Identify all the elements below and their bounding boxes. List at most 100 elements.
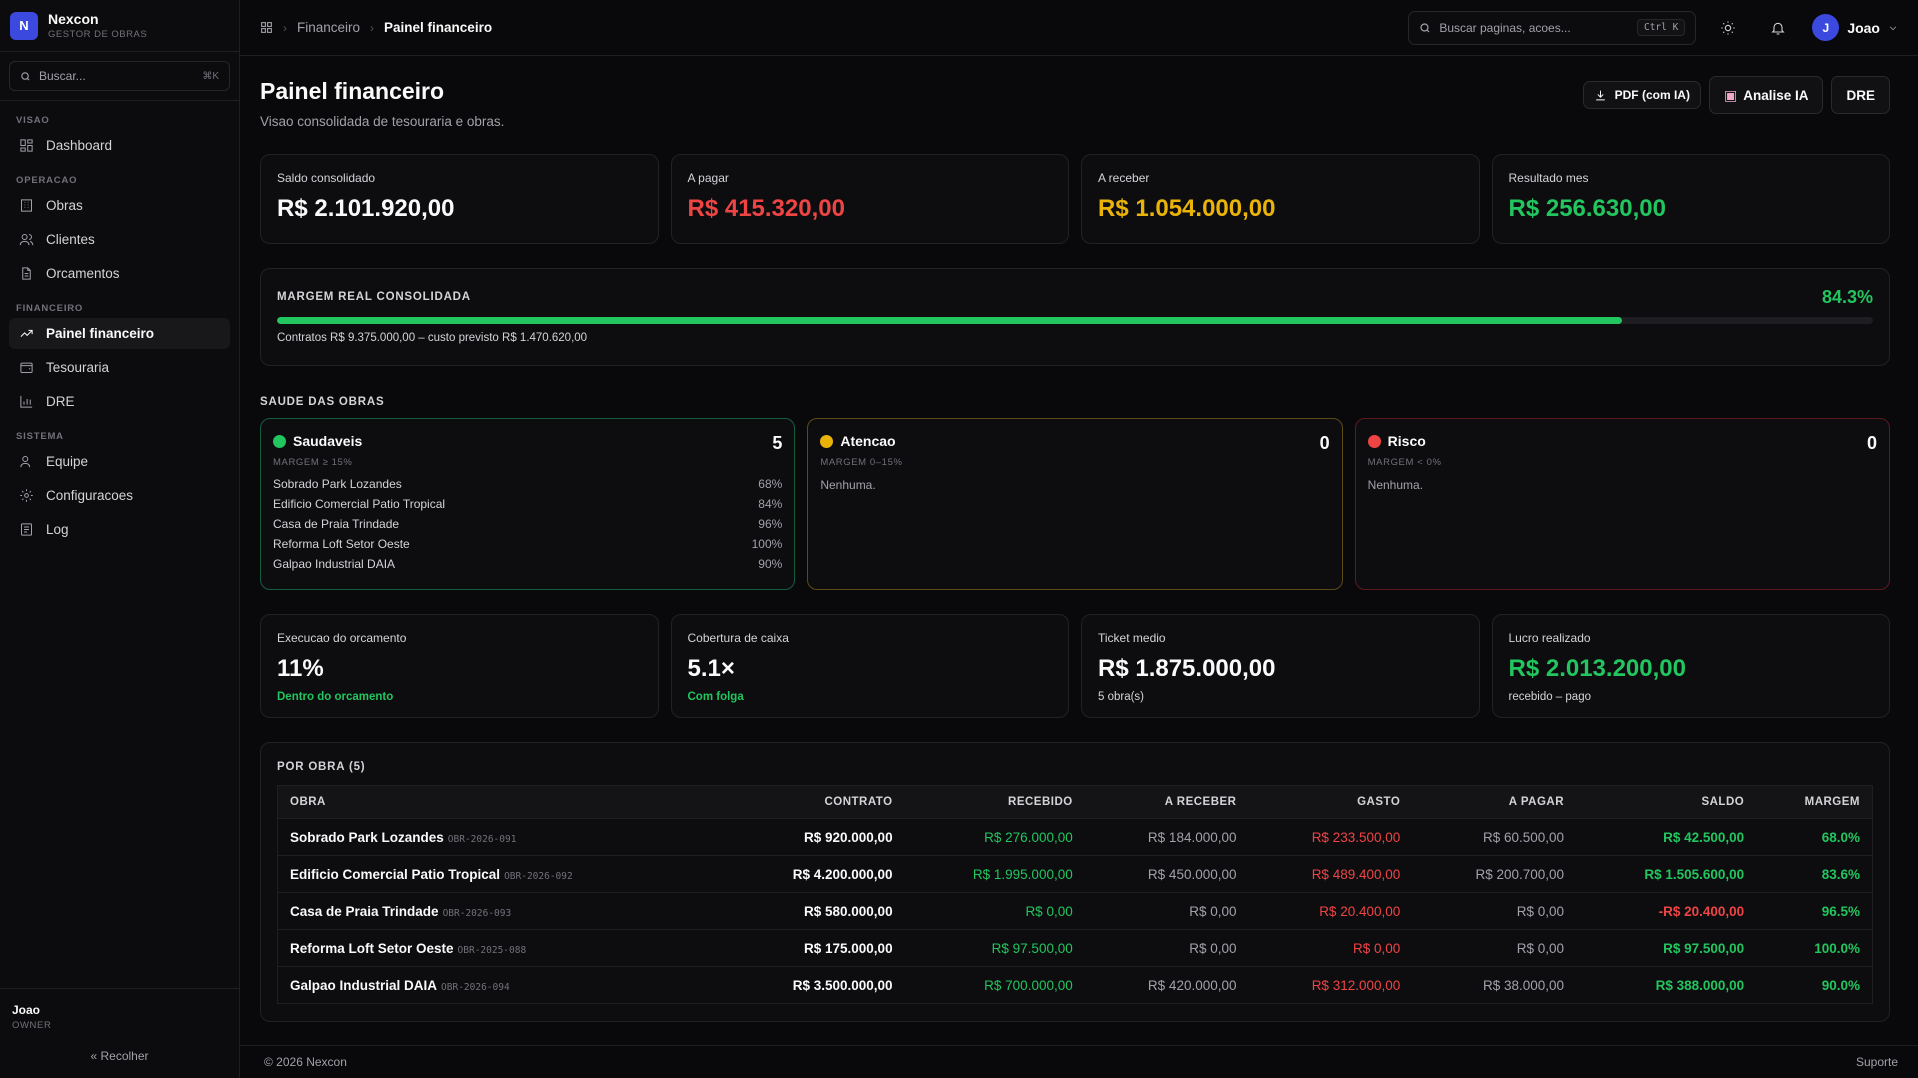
breadcrumb-item-financeiro[interactable]: Financeiro — [297, 20, 360, 35]
chevrons-left-icon: « — [90, 1049, 98, 1063]
list-item-name: Edificio Comercial Patio Tropical — [273, 497, 446, 511]
kpi-value: 5.1× — [687, 655, 735, 682]
column-header[interactable]: GASTO — [1249, 786, 1413, 819]
column-header[interactable]: CONTRATO — [724, 786, 904, 819]
sidebar-search[interactable]: Buscar... ⌘K — [9, 61, 230, 91]
column-header[interactable]: A PAGAR — [1412, 786, 1576, 819]
column-header[interactable]: OBRA — [278, 786, 725, 819]
cell-recebido: R$ 700.000,00 — [984, 977, 1073, 993]
health-group-count: 0 — [1319, 433, 1330, 453]
cell-recebido: R$ 1.995.000,00 — [972, 866, 1073, 882]
sidebar-item-painel-financeiro[interactable]: Painel financeiro — [9, 318, 230, 349]
sidebar-item-obras[interactable]: Obras — [9, 190, 230, 221]
sidebar-item-orcamentos[interactable]: Orcamentos — [9, 258, 230, 289]
grid-icon[interactable] — [260, 21, 273, 34]
file-icon — [22, 267, 31, 280]
sidebar-item-equipe[interactable]: Equipe — [9, 446, 230, 477]
cell-gasto: R$ 489.400,00 — [1311, 866, 1401, 882]
health-card-risco: Risco 0 MARGEM < 0% Nenhuma. — [1354, 418, 1890, 590]
health-group-count: 5 — [772, 433, 783, 453]
cell-recebido: R$ 97.500,00 — [991, 940, 1073, 956]
list-item[interactable]: Casa de Praia Trindade 96% — [273, 517, 782, 537]
sun-icon — [1721, 20, 1735, 35]
kpi-card-lucro: Lucro realizado R$ 2.013.200,00 recebido… — [1491, 614, 1890, 718]
global-search[interactable]: Buscar paginas, acoes... Ctrl K — [1408, 10, 1697, 45]
cell-contrato: R$ 175.000,00 — [804, 940, 893, 956]
cell-a-pagar: R$ 38.000,00 — [1482, 977, 1565, 993]
cell-gasto: R$ 20.400,00 — [1319, 903, 1401, 919]
kpi-label: Lucro realizado — [1508, 631, 1591, 645]
theme-toggle-button[interactable] — [1710, 11, 1746, 45]
table-row[interactable]: Galpao Industrial DAIA OBR-2026-094 R$ 3.5… — [277, 966, 1873, 1004]
global-search-shortcut: Ctrl K — [1636, 19, 1686, 36]
health-group-empty: Nenhuma. — [820, 478, 876, 492]
health-group-name: Risco — [1387, 433, 1426, 449]
brand-name: Nexcon — [48, 11, 99, 27]
table-row[interactable]: Edificio Comercial Patio Tropical OBR-202… — [277, 855, 1873, 893]
sidebar-item-clientes[interactable]: Clientes — [9, 224, 230, 255]
table-row[interactable]: Reforma Loft Setor Oeste OBR-2025-088 R$ 1… — [277, 929, 1873, 967]
cell-recebido: R$ 0,00 — [1025, 903, 1073, 919]
health-group-count: 0 — [1866, 433, 1877, 453]
margin-progress-track — [277, 317, 1873, 324]
kpi-value: R$ 256.630,00 — [1508, 195, 1666, 222]
notifications-button[interactable] — [1760, 11, 1796, 45]
cell-gasto: R$ 233.500,00 — [1311, 829, 1401, 845]
cell-margem: 96.5% — [1821, 903, 1860, 919]
dre-button[interactable]: DRE — [1831, 76, 1890, 114]
cell-obra: Casa de Praia Trindade OBR-2026-093 — [278, 893, 725, 930]
list-item[interactable]: Reforma Loft Setor Oeste 100% — [273, 537, 782, 557]
brand[interactable]: N Nexcon GESTOR DE OBRAS — [0, 0, 239, 52]
kpi-card-saldo: Saldo consolidado R$ 2.101.920,00 — [260, 154, 659, 244]
user-avatar[interactable]: J — [1812, 14, 1840, 41]
table-row[interactable]: Casa de Praia Trindade OBR-2026-093 R$ 580… — [277, 892, 1873, 930]
obra-code: OBR-2026-093 — [442, 907, 512, 919]
list-item[interactable]: Galpao Industrial DAIA 90% — [273, 557, 782, 577]
download-icon — [1595, 90, 1605, 100]
breadcrumb-current: Painel financeiro — [384, 20, 493, 35]
cell-contrato: R$ 580.000,00 — [804, 903, 893, 919]
list-item[interactable]: Sobrado Park Lozandes 68% — [273, 477, 782, 497]
search-icon — [21, 71, 30, 81]
cell-gasto: R$ 312.000,00 — [1311, 977, 1401, 993]
pdf-export-button[interactable]: PDF (com IA) — [1582, 81, 1701, 109]
sidebar-item-label: Tesouraria — [46, 360, 110, 375]
sidebar-item-log[interactable]: Log — [9, 514, 230, 545]
table-row[interactable]: Sobrado Park Lozandes OBR-2026-091 R$ 920.… — [277, 818, 1873, 856]
margin-card: MARGEM REAL CONSOLIDADA 84.3% Contratos … — [260, 268, 1890, 366]
sidebar-item-configuracoes[interactable]: Configuracoes — [9, 480, 230, 511]
column-header[interactable]: A RECEBER — [1085, 786, 1249, 819]
health-group-empty: Nenhuma. — [1367, 478, 1424, 492]
list-item[interactable]: Edificio Comercial Patio Tropical 84% — [273, 497, 782, 517]
kpi-label: Saldo consolidado — [277, 171, 376, 185]
health-title: SAUDE DAS OBRAS — [260, 396, 385, 408]
column-header[interactable]: MARGEM — [1756, 786, 1872, 819]
status-dot-icon — [1367, 434, 1381, 448]
kpi-value: R$ 2.101.920,00 — [277, 195, 455, 222]
kpi-card-execucao: Execucao do orcamento 11% Dentro do orca… — [260, 614, 659, 718]
sidebar: N Nexcon GESTOR DE OBRAS Buscar... ⌘K VI… — [0, 0, 240, 1078]
kpi-label: Resultado mes — [1508, 171, 1589, 185]
sidebar-item-tesouraria[interactable]: Tesouraria — [9, 352, 230, 383]
cell-saldo: -R$ 20.400,00 — [1658, 903, 1745, 919]
obra-name: Casa de Praia Trindade — [290, 903, 439, 919]
collapse-button[interactable]: « Recolher — [0, 1049, 239, 1063]
column-header[interactable]: SALDO — [1576, 786, 1756, 819]
search-icon — [1420, 22, 1430, 32]
obras-table-card: POR OBRA (5) OBRA CONTRATO RECEBIDO A RE… — [260, 742, 1890, 1022]
cell-saldo: R$ 388.000,00 — [1655, 977, 1745, 993]
support-link[interactable]: Suporte — [1856, 1055, 1898, 1069]
obra-code: OBR-2025-088 — [457, 944, 527, 956]
sidebar-item-dre[interactable]: DRE — [9, 386, 230, 417]
cell-a-pagar: R$ 200.700,00 — [1475, 866, 1565, 882]
sidebar-item-dashboard[interactable]: Dashboard — [9, 130, 230, 161]
user-menu-name[interactable]: Joao — [1847, 20, 1880, 36]
obra-name: Reforma Loft Setor Oeste — [290, 940, 454, 956]
sidebar-search-shortcut: ⌘K — [202, 70, 219, 82]
topbar: › Financeiro › Painel financeiro Buscar … — [240, 0, 1918, 56]
list-item-name: Casa de Praia Trindade — [273, 517, 400, 531]
column-header[interactable]: RECEBIDO — [905, 786, 1085, 819]
chevron-down-icon[interactable] — [1888, 23, 1898, 33]
ai-analysis-button[interactable]: ▣ Analise IA — [1708, 76, 1824, 114]
kpi-row: Saldo consolidado R$ 2.101.920,00 A paga… — [260, 154, 1890, 244]
